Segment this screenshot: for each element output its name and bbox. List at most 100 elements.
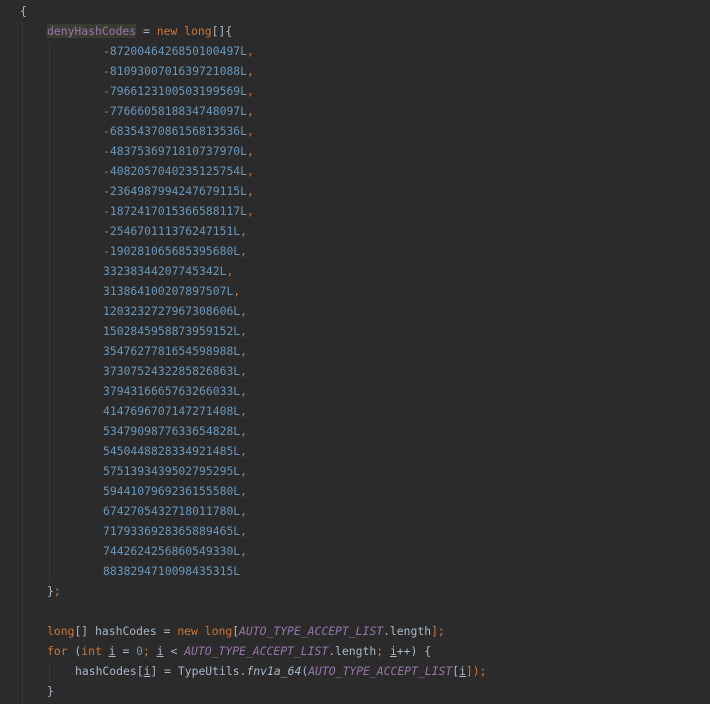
long-literal: -4082057040235125754L	[103, 164, 248, 178]
array-close: }	[47, 584, 54, 598]
long-literal: 3794316665763266033L	[103, 384, 241, 398]
zero-literal: 0	[136, 644, 144, 658]
code-line-number: 5347909877633654828L,	[103, 421, 247, 441]
code-line-number: -7766605818834748097L,	[103, 101, 254, 121]
comma: ,	[240, 424, 248, 438]
code-line-number: -4082057040235125754L,	[103, 161, 254, 181]
comma: ,	[240, 484, 248, 498]
comma: ,	[247, 84, 254, 98]
code-line-close-brace: }	[47, 681, 54, 701]
hashcodes-decl: [] hashCodes =	[74, 624, 178, 638]
for-init: =	[115, 644, 137, 658]
for-paren: (	[67, 644, 82, 658]
long-literal: 3730752432285826863L	[103, 364, 241, 378]
comma: ,	[240, 244, 248, 258]
long-literal: 7179336928365889465L	[103, 524, 241, 538]
code-line-number: 33238344207745342L,	[103, 261, 233, 281]
long-literal: -8720046426850100497L	[103, 44, 248, 58]
comma: ,	[240, 224, 248, 238]
keyword-long: long	[47, 624, 75, 638]
long-literal: 1203232727967308606L	[103, 304, 241, 318]
code-line-number: 6742705432718011780L,	[103, 501, 247, 521]
code-line-open-brace: {	[20, 1, 27, 21]
line-end: ];	[431, 624, 445, 638]
long-literal: -4837536971810737970L	[103, 144, 248, 158]
code-line-loop-body: hashCodes[i] = TypeUtils.fnv1a_64(AUTO_T…	[75, 661, 487, 681]
code-line-number: 4147696707147271408L,	[103, 401, 247, 421]
const-auto-type-accept-list: AUTO_TYPE_ACCEPT_LIST	[184, 644, 329, 658]
code-line-number: -8720046426850100497L,	[103, 41, 254, 61]
code-line-number: 7442624256860549330L,	[103, 541, 247, 561]
code-editor[interactable]: { denyHashCodes = new long[]{ -872004642…	[0, 0, 710, 704]
indent-guide-outer	[22, 22, 23, 704]
long-literal: -6835437086156813536L	[103, 124, 248, 138]
array-open: []{	[211, 24, 233, 38]
code-line-number: 1502845958873959152L,	[103, 321, 247, 341]
comma: ,	[233, 284, 241, 298]
open-brace: {	[20, 4, 27, 18]
long-literal: 5751393439502795295L	[103, 464, 241, 478]
comma: ,	[226, 264, 234, 278]
comma: ,	[247, 104, 254, 118]
long-literal: 5347909877633654828L	[103, 424, 241, 438]
long-literal: 3547627781654598988L	[103, 344, 241, 358]
code-line-for-loop: for (int i = 0; i < AUTO_TYPE_ACCEPT_LIS…	[47, 641, 431, 661]
code-line-number: 313864100207897507L,	[103, 281, 240, 301]
const-auto-type-accept-list: AUTO_TYPE_ACCEPT_LIST	[239, 624, 384, 638]
long-literal: -2364987994247679115L	[103, 184, 248, 198]
for-separator: ;	[376, 644, 390, 658]
length-prop: .length	[328, 644, 377, 658]
long-literal: 8838294710098435315L	[103, 564, 241, 578]
comma: ,	[240, 324, 248, 338]
indent-guide-inner	[49, 42, 50, 582]
comma: ,	[240, 384, 248, 398]
close-brace: }	[47, 684, 54, 698]
long-literal: -254670111376247151L	[103, 224, 241, 238]
comma: ,	[240, 464, 248, 478]
comma: ,	[240, 524, 248, 538]
comma: ,	[240, 444, 248, 458]
code-line-number: -254670111376247151L,	[103, 221, 247, 241]
keyword-for: for	[47, 644, 68, 658]
comma: ,	[247, 204, 254, 218]
keyword-int: int	[81, 644, 102, 658]
comma: ,	[240, 404, 248, 418]
comma: ,	[240, 304, 248, 318]
long-literal: -1872417015366588117L	[103, 204, 248, 218]
code-line-deny-decl: denyHashCodes = new long[]{	[47, 21, 232, 41]
method-fnv1a-64: fnv1a_64	[246, 664, 302, 678]
body-start: hashCodes[	[75, 664, 144, 678]
code-line-number: 5450448828334921485L,	[103, 441, 247, 461]
code-line-number: -2364987994247679115L,	[103, 181, 254, 201]
long-literal: 5944107969236155580L	[103, 484, 241, 498]
code-line-number: -7966123100503199569L,	[103, 81, 254, 101]
code-line-number: 3730752432285826863L,	[103, 361, 247, 381]
code-line-number: 5944107969236155580L,	[103, 481, 247, 501]
code-line-number: -1872417015366588117L,	[103, 201, 254, 221]
comma: ,	[240, 364, 248, 378]
var-i: i	[389, 644, 397, 658]
comma: ,	[247, 184, 254, 198]
long-literal: 7442624256860549330L	[103, 544, 241, 558]
long-literal: 5450448828334921485L	[103, 444, 241, 458]
code-line-number: -6835437086156813536L,	[103, 121, 254, 141]
long-literal: 6742705432718011780L	[103, 504, 241, 518]
keyword-long: long	[184, 24, 212, 38]
var-i: i	[108, 644, 116, 658]
comma: ,	[247, 64, 254, 78]
var-i: i	[156, 644, 164, 658]
body-end: ]);	[465, 664, 487, 678]
long-literal: 33238344207745342L	[103, 264, 227, 278]
code-line-number: 3794316665763266033L,	[103, 381, 247, 401]
indent-guide-for	[49, 662, 50, 682]
long-literal: 313864100207897507L	[103, 284, 234, 298]
semicolon: ;	[53, 584, 61, 598]
comma: ,	[247, 144, 254, 158]
field-deny-hash-codes: denyHashCodes	[47, 24, 137, 38]
for-increment: ++) {	[396, 644, 432, 658]
long-literal: -190281065685395680L	[103, 244, 241, 258]
code-line-hashcodes-decl: long[] hashCodes = new long[AUTO_TYPE_AC…	[47, 621, 445, 641]
comma: ,	[240, 344, 248, 358]
assign-op: =	[136, 24, 157, 38]
const-auto-type-accept-list: AUTO_TYPE_ACCEPT_LIST	[308, 664, 453, 678]
